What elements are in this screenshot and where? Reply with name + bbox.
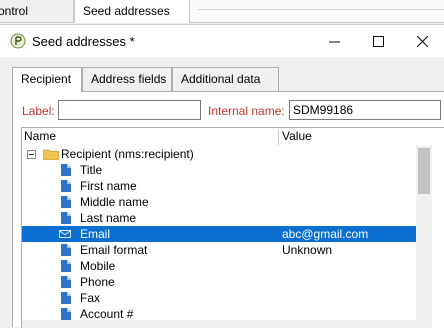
app-tab-strip	[190, 0, 444, 22]
scrollbar-thumb[interactable]	[418, 148, 430, 194]
tree-header: Name Value	[22, 128, 444, 146]
minimize-button[interactable]	[312, 25, 356, 57]
app-tab-control-group[interactable]: control group	[0, 0, 74, 40]
maximize-button[interactable]	[356, 25, 400, 57]
recipient-panel: Label: Internal name: Name Value Recipie…	[12, 91, 444, 328]
tree-item-name: Mobile	[80, 259, 116, 273]
tree-item-row[interactable]: Fax	[22, 290, 416, 306]
label-input[interactable]	[58, 100, 201, 120]
tree-item-row[interactable]: Last name	[22, 210, 416, 226]
dialog-titlebar[interactable]: Seed addresses *	[0, 25, 444, 57]
tree-item-row[interactable]: Middle name	[22, 194, 416, 210]
label-caption: Label:	[22, 104, 55, 118]
field-icon	[61, 276, 71, 288]
app-logo-icon	[10, 33, 26, 49]
recipient-field-tree[interactable]: Name Value Recipient (nms:recipient) Tit…	[21, 127, 444, 328]
tree-item-row[interactable]: Title	[22, 162, 416, 178]
tree-item-row[interactable]: Phone	[22, 274, 416, 290]
tab-recipient[interactable]: Recipient	[12, 67, 82, 92]
app-tab-label: Seed addresses	[83, 4, 170, 18]
internal-name-caption: Internal name:	[208, 104, 285, 118]
tree-item-name: Middle name	[80, 195, 149, 209]
field-icon	[61, 260, 71, 272]
tree-item-name: Email	[80, 227, 111, 241]
field-icon	[61, 212, 71, 224]
field-icon	[61, 196, 71, 208]
tree-item-row[interactable]: Mobile	[22, 258, 416, 274]
tree-item-name: First name	[80, 179, 137, 193]
field-icon	[61, 292, 71, 304]
horizontal-scrollbar[interactable]	[22, 320, 416, 328]
tree-item-name: Email format	[80, 243, 148, 257]
tree-item-row[interactable]: First name	[22, 178, 416, 194]
internal-name-input[interactable]	[289, 100, 441, 120]
seed-addresses-dialog: Seed addresses * Recipient Address field…	[0, 24, 444, 328]
tree-item-row[interactable]: Email format Unknown	[22, 242, 416, 258]
tree-root-label: Recipient (nms:recipient)	[61, 147, 194, 161]
vertical-scrollbar[interactable]	[416, 146, 432, 328]
field-icon	[61, 164, 71, 176]
field-icon	[61, 308, 71, 320]
folder-icon	[43, 149, 59, 160]
tree-item-value: Unknown	[282, 243, 333, 257]
column-divider[interactable]	[278, 129, 279, 145]
email-icon	[59, 230, 71, 238]
minimize-icon	[328, 41, 340, 42]
tab-address-fields[interactable]: Address fields	[82, 67, 172, 91]
app-tab-bar: control group Seed addresses	[0, 0, 444, 40]
dialog-title: Seed addresses *	[32, 34, 135, 49]
tree-item-name: Phone	[80, 275, 115, 289]
tree-item-value: abc@gmail.com	[282, 227, 369, 241]
close-button[interactable]	[400, 25, 444, 57]
tree-item-name: Last name	[80, 211, 137, 225]
tree-root-row[interactable]: Recipient (nms:recipient)	[22, 146, 416, 162]
collapse-toggle-icon[interactable]	[27, 150, 36, 159]
close-icon	[416, 35, 428, 47]
column-header-name[interactable]: Name	[24, 129, 56, 143]
column-header-value[interactable]: Value	[282, 129, 312, 143]
field-icon	[61, 180, 71, 192]
tree-item-row[interactable]: Email abc@gmail.com	[22, 226, 416, 242]
tree-item-name: Fax	[80, 291, 101, 305]
maximize-icon	[372, 35, 384, 47]
tab-additional-data[interactable]: Additional data	[172, 67, 279, 91]
tree-item-name: Title	[80, 163, 103, 177]
field-icon	[61, 244, 71, 256]
app-tab-seed-addresses[interactable]: Seed addresses	[74, 0, 190, 23]
